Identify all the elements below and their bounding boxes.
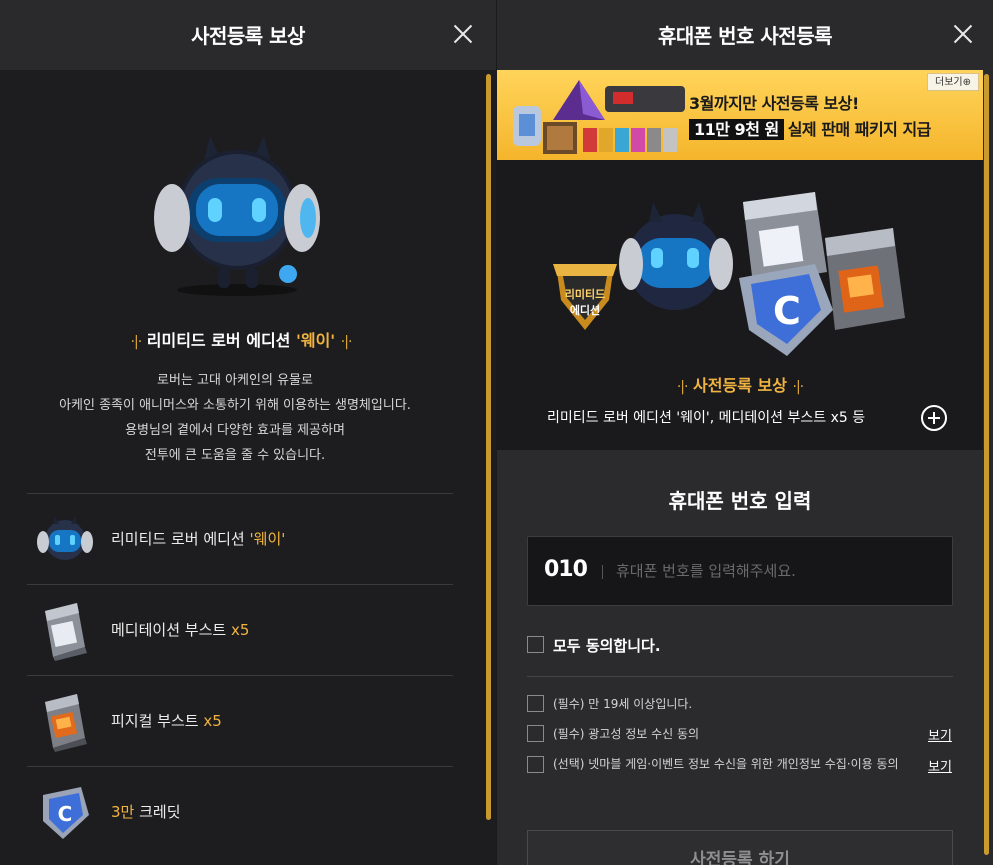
scrollbar[interactable] xyxy=(984,74,989,855)
reward-name-text: 리미티드 로버 에디션 xyxy=(146,331,296,350)
app-root: 사전등록 보상 ·|· 리미티드 로버 에디션 '웨이' ·|· 로버는 고대 … xyxy=(0,0,993,865)
deco-right: ·|· xyxy=(340,334,353,350)
reward-panel-header: 사전등록 보상 xyxy=(0,0,496,70)
rover-image xyxy=(154,136,320,296)
reward-hero: 리미티드 에디션 C ·|· 사전등록 보상 ·|· 리미티드 로버 에디션 '… xyxy=(497,160,983,450)
deco-left: ·|· xyxy=(130,334,143,350)
item-label-highlight: 3만 xyxy=(111,803,135,821)
close-icon[interactable] xyxy=(951,22,975,46)
reward-name: ·|· 리미티드 로버 에디션 '웨이' ·|· xyxy=(0,327,482,351)
silver-box-icon xyxy=(45,603,87,661)
scrollbar[interactable] xyxy=(486,74,491,820)
phone-input[interactable] xyxy=(616,557,936,585)
orange-box-icon xyxy=(45,694,87,752)
list-item: 피지컬 부스트 x5 xyxy=(27,675,453,766)
close-icon[interactable] xyxy=(451,22,475,46)
item-label: 메디테이션 부스트 x5 xyxy=(111,619,249,640)
agree-all-label[interactable]: 모두 동의합니다. xyxy=(553,635,661,656)
phone-form-title: 휴대폰 번호 입력 xyxy=(668,489,812,513)
terms-checkbox[interactable] xyxy=(527,756,544,773)
banner-headline: 3월까지만 사전등록 보상! xyxy=(689,94,859,113)
divider xyxy=(527,676,953,677)
terms-label[interactable]: (선택) 넷마블 게임·이벤트 정보 수신을 위한 개인정보 수집·이용 동의 xyxy=(553,756,903,772)
terms-label[interactable]: (필수) 광고성 정보 수신 동의 xyxy=(553,726,903,742)
edition-badge-line1: 리미티드 xyxy=(565,287,605,301)
list-item: 리미티드 로버 에디션 '웨이' xyxy=(27,493,453,584)
more-button[interactable]: 더보기⊕ xyxy=(927,73,979,91)
list-item: 메디테이션 부스트 x5 xyxy=(27,584,453,675)
reward-list: 리미티드 로버 에디션 '웨이' 메디테이션 부스트 x5 피지컬 부스트 x5… xyxy=(27,493,453,857)
view-terms-link[interactable]: 보기 xyxy=(928,756,952,775)
plus-circle-icon[interactable] xyxy=(921,405,947,431)
list-item: C 3만 크레딧 xyxy=(27,766,453,857)
item-label-text: 리미티드 로버 에디션 xyxy=(111,530,250,548)
deco-right: ·|· xyxy=(792,379,805,395)
reward-panel: 사전등록 보상 ·|· 리미티드 로버 에디션 '웨이' ·|· 로버는 고대 … xyxy=(0,0,496,865)
svg-text:C: C xyxy=(773,289,801,333)
reward-name-highlight: '웨이' xyxy=(295,331,336,350)
reward-description: 로버는 고대 아케인의 유물로 아케인 종족이 애니머스와 소통하기 위해 이용… xyxy=(0,368,470,468)
reward-panel-title: 사전등록 보상 xyxy=(191,24,305,48)
item-label-text: 크레딧 xyxy=(134,803,181,821)
reward-items-image: 리미티드 에디션 C xyxy=(553,192,905,356)
banner-subline-text: 실제 판매 패키지 지급 xyxy=(787,120,932,139)
submit-button[interactable]: 사전등록 하기 xyxy=(527,830,953,865)
rover-icon xyxy=(37,516,93,560)
description-line: 아케인 종족이 애니머스와 소통하기 위해 이용하는 생명체입니다. xyxy=(59,398,411,413)
registration-panel: 휴대폰 번호 사전등록 더보기⊕ 3월까지만 사전등록 보상! 11만 9천 원… xyxy=(497,0,993,865)
reward-caption-title-text: 사전등록 보상 xyxy=(693,376,787,395)
item-label-text: 메디테이션 부스트 xyxy=(111,621,231,639)
banner-price: 11만 9천 원 xyxy=(689,119,784,140)
description-line: 로버는 고대 아케인의 유물로 xyxy=(157,373,313,388)
package-goods-image xyxy=(513,80,685,154)
promo-banner[interactable]: 더보기⊕ 3월까지만 사전등록 보상! 11만 9천 원 실제 판매 패키지 지급 xyxy=(497,70,983,160)
terms-checkbox[interactable] xyxy=(527,725,544,742)
item-label-highlight: '웨이' xyxy=(249,530,286,548)
divider xyxy=(602,565,603,579)
item-label: 3만 크레딧 xyxy=(111,801,181,822)
item-label-highlight: x5 xyxy=(230,621,250,639)
terms-checkbox[interactable] xyxy=(527,695,544,712)
phone-prefix: 010 xyxy=(544,557,588,582)
registration-panel-title: 휴대폰 번호 사전등록 xyxy=(657,24,833,48)
description-line: 용병님의 곁에서 다양한 효과를 제공하며 xyxy=(125,423,345,438)
credit-badge-icon: C xyxy=(43,787,89,839)
item-label-highlight: x5 xyxy=(203,712,222,730)
reward-caption-title: ·|· 사전등록 보상 ·|· xyxy=(497,372,983,396)
banner-subline: 11만 9천 원 실제 판매 패키지 지급 xyxy=(689,116,931,140)
description-line: 전투에 큰 도움을 줄 수 있습니다. xyxy=(144,448,326,463)
item-label-text: 피지컬 부스트 xyxy=(111,712,204,730)
edition-badge-line2: 에디션 xyxy=(570,303,600,317)
view-terms-link[interactable]: 보기 xyxy=(928,725,952,744)
agree-all-checkbox[interactable] xyxy=(527,636,544,653)
registration-panel-header: 휴대폰 번호 사전등록 xyxy=(497,0,993,70)
terms-label[interactable]: (필수) 만 19세 이상입니다. xyxy=(553,696,903,712)
phone-field: 010 xyxy=(527,536,953,606)
svg-text:C: C xyxy=(58,802,73,826)
item-label: 리미티드 로버 에디션 '웨이' xyxy=(111,528,285,549)
reward-caption-detail: 리미티드 로버 에디션 '웨이', 메디테이션 부스트 x5 등 xyxy=(547,410,866,426)
deco-left: ·|· xyxy=(676,379,689,395)
item-label: 피지컬 부스트 x5 xyxy=(111,710,222,731)
